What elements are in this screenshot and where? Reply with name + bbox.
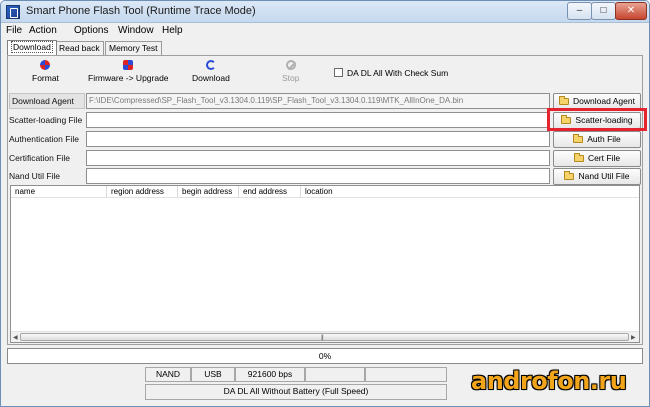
checksum-checkbox[interactable] xyxy=(334,68,343,77)
horizontal-scrollbar[interactable]: ◀ ||| ▶ xyxy=(11,331,639,342)
folder-icon xyxy=(573,134,584,143)
certification-file-path-field[interactable] xyxy=(86,150,550,166)
column-begin-address[interactable]: begin address xyxy=(178,186,239,198)
download-button[interactable]: Download xyxy=(192,60,230,83)
stop-icon xyxy=(285,60,296,70)
menu-bar: File Action Options Window Help xyxy=(1,24,649,39)
status-mode: DA DL All Without Battery (Full Speed) xyxy=(145,384,447,400)
scroll-left-icon[interactable]: ◀ xyxy=(13,334,18,341)
folder-icon xyxy=(561,115,572,124)
status-blank xyxy=(305,367,365,382)
menu-action[interactable]: Action xyxy=(29,25,57,36)
column-region-address[interactable]: region address xyxy=(107,186,178,198)
checksum-label: DA DL All With Check Sum xyxy=(347,68,449,78)
download-panel: Format Firmware -> Upgrade Download Stop… xyxy=(7,55,647,345)
format-icon xyxy=(40,60,51,70)
download-agent-button-label: Download Agent xyxy=(573,96,635,106)
main-window: Smart Phone Flash Tool (Runtime Trace Mo… xyxy=(0,0,650,407)
progress-text: 0% xyxy=(318,351,332,361)
auth-file-button[interactable]: Auth File xyxy=(553,131,641,148)
title-bar[interactable]: Smart Phone Flash Tool (Runtime Trace Mo… xyxy=(1,1,649,23)
column-location[interactable]: location xyxy=(301,186,421,198)
status-port: USB xyxy=(191,367,235,382)
authentication-file-label: Authentication File xyxy=(9,134,79,144)
maximize-button[interactable]: □ xyxy=(591,2,616,20)
menu-file[interactable]: File xyxy=(6,25,22,36)
column-name[interactable]: name xyxy=(11,186,107,198)
download-agent-label: Download Agent xyxy=(9,93,85,109)
tab-read-back[interactable]: Read back xyxy=(55,41,104,55)
certification-file-label: Certification File xyxy=(9,153,70,163)
close-button[interactable]: ✕ xyxy=(615,2,647,20)
format-button[interactable]: Format xyxy=(32,60,59,83)
auth-file-button-label: Auth File xyxy=(587,134,621,144)
progress-bar: 0% xyxy=(7,348,643,364)
tab-memory-test[interactable]: Memory Test xyxy=(105,41,162,55)
download-agent-path-field[interactable]: F:\IDE\Compressed\SP_Flash_Tool_v3.1304.… xyxy=(86,93,550,109)
nand-util-file-button-label: Nand Util File xyxy=(578,171,630,181)
stop-button[interactable]: Stop xyxy=(282,60,300,83)
tab-download[interactable]: Download xyxy=(7,40,57,55)
scatter-loading-path-field[interactable] xyxy=(86,112,550,128)
column-end-address[interactable]: end address xyxy=(239,186,301,198)
folder-icon xyxy=(559,96,570,105)
download-agent-button[interactable]: Download Agent xyxy=(553,93,641,110)
status-baud: 921600 bps xyxy=(235,367,305,382)
status-bar: NAND USB 921600 bps xyxy=(7,367,643,382)
cert-file-button-label: Cert File xyxy=(587,153,621,163)
tab-download-label: Download xyxy=(11,41,53,53)
checksum-option[interactable]: DA DL All With Check Sum xyxy=(334,68,448,78)
status-blank-2 xyxy=(365,367,447,382)
scrollbar-thumb[interactable]: ||| xyxy=(20,333,629,341)
stop-label: Stop xyxy=(282,73,300,83)
scatter-loading-button[interactable]: Scatter-loading xyxy=(553,112,641,129)
grip-icon: ||| xyxy=(321,335,324,341)
format-label: Format xyxy=(32,73,59,83)
authentication-file-path-field[interactable] xyxy=(86,131,550,147)
nand-util-file-label: Nand Util File xyxy=(9,171,61,181)
menu-window[interactable]: Window xyxy=(118,25,154,36)
folder-icon xyxy=(564,171,575,180)
scatter-loading-label: Scatter-loading File xyxy=(9,115,83,125)
status-storage: NAND xyxy=(145,367,191,382)
menu-options[interactable]: Options xyxy=(74,25,108,36)
cert-file-button[interactable]: Cert File xyxy=(553,150,641,167)
window-title: Smart Phone Flash Tool (Runtime Trace Mo… xyxy=(26,5,256,17)
folder-icon xyxy=(573,153,584,162)
scroll-right-icon[interactable]: ▶ xyxy=(631,334,636,341)
firmware-upgrade-label: Firmware -> Upgrade xyxy=(88,73,169,83)
app-icon[interactable] xyxy=(6,5,20,19)
firmware-upgrade-button[interactable]: Firmware -> Upgrade xyxy=(88,60,169,83)
menu-help[interactable]: Help xyxy=(162,25,183,36)
list-header: name region address begin address end ad… xyxy=(11,186,639,198)
download-icon xyxy=(205,60,216,70)
scatter-loading-button-label: Scatter-loading xyxy=(575,115,633,125)
download-label: Download xyxy=(192,73,230,83)
mode-status-bar: DA DL All Without Battery (Full Speed) xyxy=(7,384,643,400)
firmware-upgrade-icon xyxy=(123,60,134,70)
minimize-button[interactable]: – xyxy=(567,2,592,20)
nand-util-file-path-field[interactable] xyxy=(86,168,550,184)
partition-list[interactable]: name region address begin address end ad… xyxy=(10,185,640,343)
nand-util-file-button[interactable]: Nand Util File xyxy=(553,168,641,185)
